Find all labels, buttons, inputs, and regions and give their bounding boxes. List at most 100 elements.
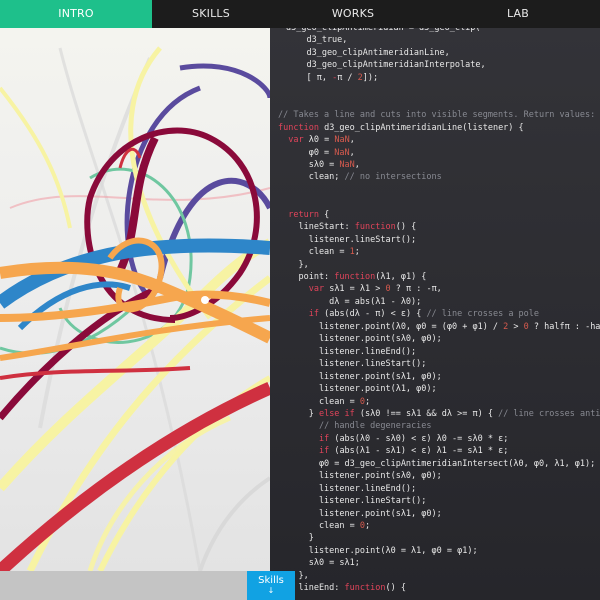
code-token: point: bbox=[278, 272, 335, 282]
code-token: } bbox=[278, 408, 319, 419]
code-line: var sλ1 = λ1 > 0 ? π : -π, bbox=[278, 283, 442, 295]
code-line: listener.lineEnd(); bbox=[278, 483, 416, 495]
code-token: dλ = abs(λ1 - λ0); bbox=[278, 296, 422, 307]
code-token: // no intersections bbox=[344, 172, 442, 183]
code-line: listener.point(λ1, φ0); bbox=[278, 383, 437, 395]
code-line: // Takes a line and cuts into visible se… bbox=[278, 109, 595, 121]
tab-intro[interactable]: INTRO bbox=[0, 0, 152, 28]
code-line: point: function(λ1, φ1) { bbox=[278, 271, 426, 283]
code-token: clean; bbox=[278, 172, 345, 183]
code-line: if (abs(λ1 - sλ1) < ε) λ1 -= sλ1 * ε; bbox=[278, 445, 508, 457]
code-token: (abs(λ0 - sλ0) < ε) λ0 -= sλ0 * ε; bbox=[329, 433, 509, 444]
code-line: clean = 0; bbox=[278, 396, 370, 408]
ribbon-artwork-svg bbox=[0, 46, 270, 571]
code-token: function bbox=[334, 272, 376, 282]
code-line: var λ0 = NaN, bbox=[278, 134, 355, 146]
code-token: var bbox=[308, 284, 325, 295]
tab-lab[interactable]: LAB bbox=[436, 0, 600, 28]
code-token: // handle degeneracies bbox=[318, 421, 432, 432]
code-token: ]); bbox=[362, 72, 379, 83]
code-token: ; bbox=[365, 396, 371, 407]
code-line: d3_geo_clipAntimeridianLine, bbox=[286, 47, 449, 59]
code-line: d3_true, bbox=[286, 34, 347, 46]
code-line: listener.point(sλ1, φ0); bbox=[278, 371, 442, 383]
code-line: listener.lineEnd(); bbox=[278, 346, 416, 358]
code-line: if (abs(dλ - π) < ε) { // line crosses a… bbox=[278, 308, 539, 320]
code-token: sλ0 = bbox=[278, 159, 340, 170]
code-line: clean = 1; bbox=[278, 246, 360, 258]
code-line: d3_geo_clipAntimeridian = d3_geo_clip( bbox=[286, 28, 480, 34]
top-nav: INTRO SKILLS WORKS LAB bbox=[0, 0, 600, 28]
code-token: listener.point(sλ0, φ0); bbox=[278, 334, 442, 345]
code-line: φ0 = NaN, bbox=[278, 147, 355, 159]
code-token: () { bbox=[385, 583, 406, 594]
code-line: clean = 0; bbox=[278, 520, 370, 532]
code-line: return { bbox=[278, 209, 329, 221]
code-line: listener.point(sλ1, φ0); bbox=[278, 508, 442, 520]
code-token: else if bbox=[318, 408, 355, 419]
code-token: ; bbox=[365, 521, 371, 531]
arrow-down-icon: ↓ bbox=[267, 586, 275, 595]
code-token: listener.point(λ1, φ0); bbox=[278, 384, 437, 395]
intro-artwork bbox=[0, 28, 270, 571]
code-line: sλ0 = sλ1; bbox=[278, 557, 360, 569]
code-token: if bbox=[318, 446, 330, 457]
code-token: listener.point(λ0, φ0 = (φ0 + φ1) / bbox=[278, 321, 504, 332]
code-line: }, bbox=[278, 259, 309, 271]
code-token: function bbox=[354, 222, 396, 233]
code-token: , bbox=[349, 147, 355, 158]
code-token: }, bbox=[278, 259, 309, 270]
ribbon-stroke bbox=[198, 476, 270, 571]
code-token: listener.point(λ0 = λ1, φ0 = φ1); bbox=[278, 545, 478, 556]
code-token: if bbox=[308, 309, 319, 320]
code-token: // line crosses antimeridian bbox=[498, 408, 600, 419]
code-line: lineEnd: function() { bbox=[278, 582, 406, 594]
tab-works[interactable]: WORKS bbox=[270, 0, 436, 28]
code-token: listener.lineStart(); bbox=[278, 234, 417, 245]
bottom-bar bbox=[0, 571, 270, 600]
code-token: (abs(dλ - π) < ε) { bbox=[318, 309, 427, 320]
code-token: listener.lineStart(); bbox=[278, 496, 427, 507]
code-token: φ0 = bbox=[278, 147, 335, 158]
code-line: function d3_geo_clipAntimeridianLine(lis… bbox=[278, 122, 524, 134]
code-line: if (abs(λ0 - sλ0) < ε) λ0 -= sλ0 * ε; bbox=[278, 433, 508, 445]
code-token: ? π : -π, bbox=[390, 284, 442, 295]
code-token: λ0 = bbox=[303, 135, 335, 146]
code-token: > bbox=[508, 321, 524, 332]
code-token: , bbox=[349, 135, 355, 146]
code-token: listener.lineEnd(); bbox=[278, 483, 417, 494]
code-line: listener.point(λ0 = λ1, φ0 = φ1); bbox=[278, 545, 478, 557]
code-token: function bbox=[278, 122, 319, 133]
code-line: listener.point(λ0, φ0 = (φ0 + φ1) / 2 > … bbox=[278, 321, 600, 333]
code-token: clean = bbox=[278, 396, 360, 407]
code-token: (abs(λ1 - sλ1) < ε) λ1 -= sλ1 * ε; bbox=[329, 446, 509, 457]
code-token: lineStart: bbox=[278, 222, 355, 233]
skills-scroll-button[interactable]: Skills ↓ bbox=[247, 571, 295, 600]
code-token: d3_geo_clipAntimeridianLine(listener) { bbox=[318, 122, 524, 133]
tab-skills[interactable]: SKILLS bbox=[152, 0, 270, 28]
code-token: d3_geo_clipAntimeridian = d3_geo_clip( bbox=[286, 28, 481, 33]
code-line: [ π, -π / 2]); bbox=[286, 72, 378, 84]
code-line: sλ0 = NaN, bbox=[278, 159, 360, 171]
code-token: [ π, bbox=[286, 72, 333, 83]
code-token: d3_geo_clipAntimeridianInterpolate, bbox=[286, 60, 486, 71]
code-token: listener.point(sλ1, φ0); bbox=[278, 508, 442, 519]
code-line: listener.point(sλ0, φ0); bbox=[278, 333, 442, 345]
code-line: listener.point(sλ0, φ0); bbox=[278, 470, 442, 482]
code-line: listener.lineStart(); bbox=[278, 358, 426, 370]
code-token: NaN bbox=[339, 159, 355, 170]
code-line: d3_geo_clipAntimeridianInterpolate, bbox=[286, 59, 486, 71]
code-line: } bbox=[278, 532, 314, 544]
code-token: , bbox=[354, 159, 360, 170]
code-token: sλ0 = sλ1; bbox=[278, 558, 360, 569]
code-token: // line crosses a pole bbox=[426, 309, 540, 320]
code-token: () { bbox=[395, 222, 417, 233]
code-line: φ0 = d3_geo_clipAntimeridianIntersect(λ0… bbox=[278, 458, 595, 470]
code-token: listener.point(sλ1, φ0); bbox=[278, 371, 442, 382]
code-token: listener.lineEnd(); bbox=[278, 346, 417, 357]
code-token: var bbox=[288, 135, 304, 146]
